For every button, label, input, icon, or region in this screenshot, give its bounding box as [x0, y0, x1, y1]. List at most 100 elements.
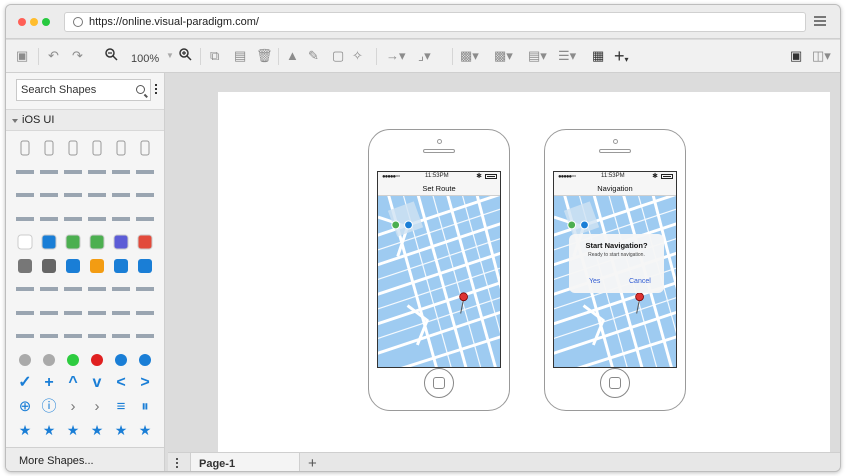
- maximize-window-button[interactable]: [42, 18, 50, 26]
- add-page-icon[interactable]: +: [308, 455, 317, 471]
- shadow-icon[interactable]: ▢: [332, 47, 344, 65]
- segment-shape-icon[interactable]: [110, 161, 132, 183]
- home-button[interactable]: [600, 368, 630, 398]
- vpn-app-icon[interactable]: [110, 255, 132, 277]
- ipad-shape-icon[interactable]: [38, 137, 60, 159]
- airplane-app-icon[interactable]: [86, 255, 108, 277]
- switch-icon[interactable]: ★: [134, 419, 156, 441]
- minus-line-icon[interactable]: [14, 349, 36, 371]
- keyboard-shape-icon[interactable]: [14, 208, 36, 230]
- picker-alt-shape-icon[interactable]: [38, 325, 60, 347]
- dots-shape-icon[interactable]: [134, 137, 156, 159]
- browser-menu-icon[interactable]: [814, 16, 826, 27]
- zoom-level[interactable]: 100%: [131, 53, 159, 65]
- close-window-button[interactable]: [18, 18, 26, 26]
- address-bar[interactable]: https://online.visual-paradigm.com/: [64, 12, 806, 32]
- moon-app-icon[interactable]: [110, 231, 132, 253]
- line-color-icon[interactable]: ✎: [308, 47, 319, 65]
- picker-shape-icon[interactable]: [14, 325, 36, 347]
- line-shape-icon[interactable]: [38, 184, 60, 206]
- star-icon[interactable]: ★: [14, 419, 36, 441]
- tag-shape-icon[interactable]: [110, 208, 132, 230]
- iphone-mockup-set-route[interactable]: ●●●●●⋅⋅⋅⋅⋅ 11:53PM ✱ Set Route: [368, 129, 510, 411]
- check-circle-icon[interactable]: [110, 349, 132, 371]
- select-all-icon[interactable]: ▦: [592, 47, 604, 65]
- delete-circle-icon[interactable]: [134, 349, 156, 371]
- info-icon[interactable]: ⓘ: [38, 396, 60, 418]
- list-shape-icon[interactable]: [134, 184, 156, 206]
- status-bar-shape-icon[interactable]: [14, 161, 36, 183]
- divider-shape-icon[interactable]: [14, 184, 36, 206]
- category-header[interactable]: iOS UI: [6, 109, 164, 131]
- slider-shape-icon[interactable]: [62, 184, 84, 206]
- dialog-yes-button[interactable]: Yes: [589, 278, 600, 285]
- more-shapes-button[interactable]: More Shapes...: [6, 447, 164, 471]
- label-shape-icon[interactable]: [134, 208, 156, 230]
- copy-icon[interactable]: ⧉: [210, 47, 219, 65]
- tabs-shape-icon[interactable]: ★: [38, 419, 60, 441]
- list-alt-shape-icon[interactable]: [134, 325, 156, 347]
- distribute-icon[interactable]: ☰▾: [558, 47, 576, 65]
- search-icon[interactable]: [136, 85, 145, 94]
- bar-shape-icon[interactable]: [110, 184, 132, 206]
- connector-style-icon[interactable]: →▾: [386, 47, 406, 65]
- fill-color-icon[interactable]: ▲: [286, 47, 299, 65]
- more-options-icon[interactable]: [155, 84, 158, 96]
- button-bar-shape-icon[interactable]: [86, 302, 108, 324]
- save-icon[interactable]: ▣: [16, 47, 28, 65]
- tabs-alt-shape-icon[interactable]: ★: [62, 419, 84, 441]
- button-bar-alt-shape-icon[interactable]: [110, 302, 132, 324]
- bluetooth-app-icon[interactable]: [38, 231, 60, 253]
- home-button[interactable]: [424, 368, 454, 398]
- chevron-left-icon[interactable]: <: [110, 372, 132, 394]
- remove-circle-icon[interactable]: [86, 349, 108, 371]
- undo-icon[interactable]: ↶: [48, 47, 59, 65]
- pager-shape-icon[interactable]: [110, 137, 132, 159]
- dot-shape-icon[interactable]: [86, 184, 108, 206]
- zoom-dropdown-icon[interactable]: ▼: [166, 47, 174, 65]
- segment-alt-shape-icon[interactable]: [134, 161, 156, 183]
- keypad-shape-icon[interactable]: [62, 325, 84, 347]
- format-panel-icon[interactable]: ▣: [790, 47, 802, 65]
- paste-icon[interactable]: ▤: [234, 47, 246, 65]
- layout-panel-icon[interactable]: ◫▾: [812, 47, 831, 65]
- minimize-window-button[interactable]: [30, 18, 38, 26]
- add-outline-icon[interactable]: ⊕: [14, 396, 36, 418]
- map-view[interactable]: [378, 196, 500, 368]
- navbar-dark-shape-icon[interactable]: [14, 302, 36, 324]
- progress-shape-icon[interactable]: [86, 161, 108, 183]
- arrange-icon[interactable]: ▩▾: [460, 47, 479, 65]
- zoom-in-icon[interactable]: [178, 47, 192, 65]
- tabs-light-shape-icon[interactable]: ★: [110, 419, 132, 441]
- zoom-out-icon[interactable]: [104, 47, 118, 65]
- navbar-light-shape-icon[interactable]: [38, 302, 60, 324]
- tablet-shape-icon[interactable]: [86, 137, 108, 159]
- search-bar-shape-icon[interactable]: [62, 302, 84, 324]
- checkmark-icon[interactable]: ✓: [14, 372, 36, 394]
- search-shapes-box[interactable]: [16, 79, 151, 101]
- dialog-cancel-button[interactable]: Cancel: [629, 278, 651, 285]
- forward-bold-icon[interactable]: ›: [62, 396, 84, 418]
- font-app-icon[interactable]: [62, 255, 84, 277]
- insert-icon[interactable]: +▾: [614, 47, 629, 65]
- group-icon[interactable]: ▩▾: [494, 47, 513, 65]
- ipad-mini-shape-icon[interactable]: [62, 137, 84, 159]
- separator-shape-icon[interactable]: [38, 208, 60, 230]
- page-menu-icon[interactable]: [176, 458, 179, 470]
- appstore-app-icon[interactable]: [62, 231, 84, 253]
- grid-shape-icon[interactable]: [110, 325, 132, 347]
- delete-icon[interactable]: 🗑: [256, 47, 273, 65]
- settings-app-icon[interactable]: [14, 255, 36, 277]
- alert-app-icon[interactable]: [134, 231, 156, 253]
- vertical-line-icon[interactable]: [38, 349, 60, 371]
- chevron-up-icon[interactable]: ^: [62, 372, 84, 394]
- wifi-shape-icon[interactable]: [14, 231, 36, 253]
- table-cell-alt-shape-icon[interactable]: [38, 278, 60, 300]
- nav-bar-shape-icon[interactable]: [62, 278, 84, 300]
- chevron-down-icon[interactable]: v: [86, 372, 108, 394]
- status-bar-dark-shape-icon[interactable]: [38, 161, 60, 183]
- page-tab[interactable]: Page-1: [190, 453, 300, 471]
- toggle-bar-shape-icon[interactable]: [62, 161, 84, 183]
- diagram-canvas[interactable]: ●●●●●⋅⋅⋅⋅⋅ 11:53PM ✱ Set Route ●●●●●⋅⋅⋅⋅…: [168, 73, 840, 452]
- tabbar-shape-icon[interactable]: [134, 278, 156, 300]
